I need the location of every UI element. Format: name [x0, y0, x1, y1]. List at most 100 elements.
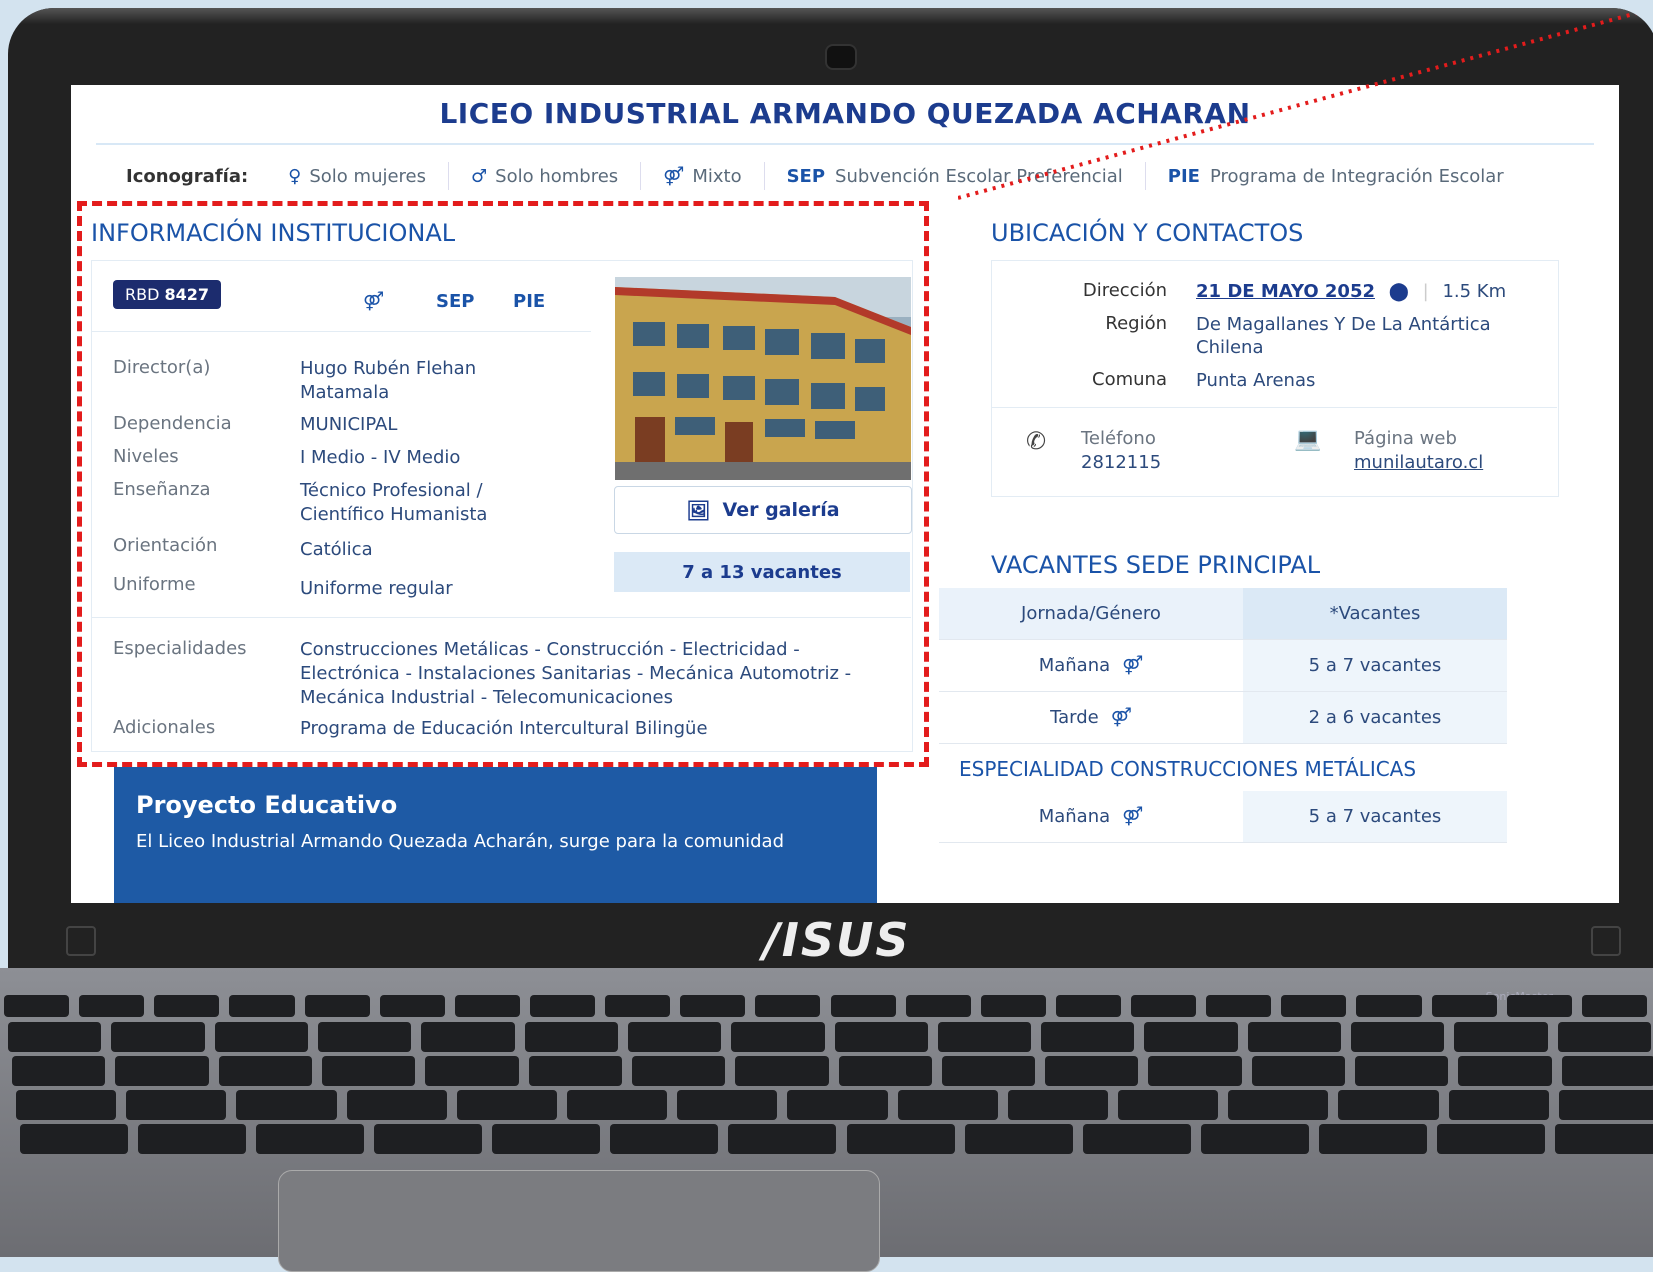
legend-text-women: Solo mujeres [309, 165, 427, 187]
keyboard-key [154, 995, 220, 1017]
especialidad-heading: ESPECIALIDAD CONSTRUCCIONES METÁLICAS [959, 757, 1417, 781]
keyboard-key [605, 995, 671, 1017]
keyboard-key [229, 995, 295, 1017]
keyboard-key [1454, 1022, 1548, 1052]
keyboard-key [964, 1124, 1073, 1154]
keyboard-key [529, 995, 596, 1017]
keyboard-key [138, 1124, 247, 1154]
table-header: Jornada/Género *Vacantes [939, 588, 1507, 640]
keyboard [0, 990, 1653, 1160]
keyboard-key [1436, 1124, 1545, 1154]
laptop-icon: 💻 [1294, 427, 1322, 452]
web-label: Página web [1354, 428, 1457, 449]
keyboard-key [1448, 1090, 1549, 1120]
mixed-icon: ⚤ [1110, 707, 1132, 728]
iconography-label: Iconografía: [126, 165, 249, 187]
jornada-manana: Mañana [1038, 655, 1111, 676]
legend-abbr-sep: SEP [786, 165, 826, 187]
keyboard-key [905, 995, 971, 1017]
telefono-value: 2812115 [1081, 452, 1162, 473]
keyboard-key [1247, 1022, 1342, 1052]
keyboard-key [731, 1022, 825, 1052]
keyboard-key [346, 1090, 447, 1120]
vacantes-manana: 5 a 7 vacantes [1243, 640, 1507, 691]
jornada-manana-esp: Mañana [1038, 806, 1111, 827]
keyboard-key [680, 995, 746, 1017]
keyboard-key [12, 1056, 106, 1086]
proyecto-educativo-panel: Proyecto Educativo El Liceo Industrial A… [114, 767, 877, 903]
keyboard-key [126, 1090, 227, 1120]
keyboard-key [374, 1124, 483, 1154]
keyboard-key [492, 1124, 601, 1154]
keyboard-key [1554, 1124, 1653, 1154]
keyboard-key [1506, 995, 1572, 1017]
legend-text-mixed: Mixto [692, 165, 742, 187]
keyboard-key [321, 1056, 416, 1086]
vacantes-manana-esp: 5 a 7 vacantes [1243, 791, 1507, 842]
keyboard-key [1581, 995, 1647, 1017]
keyboard-key [1131, 995, 1197, 1017]
mixed-icon: ⚤ [663, 165, 685, 187]
table-row: Mañana ⚤ 5 a 7 vacantes [939, 791, 1507, 843]
direccion-link[interactable]: 21 DE MAYO 2052 [1196, 281, 1375, 302]
keyboard-key [1200, 1124, 1309, 1154]
keyboard-key [1045, 1056, 1139, 1086]
keyboard-key [454, 995, 520, 1017]
comuna-value: Punta Arenas [1196, 370, 1316, 391]
keyboard-key [631, 1056, 726, 1086]
legend-text-men: Solo hombres [495, 165, 619, 187]
keyboard-key [16, 1090, 117, 1120]
keyboard-key [677, 1090, 778, 1120]
map-pin-icon[interactable]: ⬤ [1389, 281, 1409, 302]
keyboard-key [1458, 1056, 1552, 1086]
col-vacantes: *Vacantes [1243, 588, 1507, 639]
keyboard-key [1318, 1124, 1427, 1154]
keyboard-key [627, 1022, 722, 1052]
mixed-icon: ⚤ [1122, 806, 1144, 827]
region-label: Región [1105, 313, 1167, 334]
keyboard-key [1351, 1022, 1445, 1052]
keyboard-key [4, 995, 70, 1017]
keyboard-key [1206, 995, 1272, 1017]
keyboard-key [218, 1056, 312, 1086]
keyboard-key [304, 995, 370, 1017]
keyboard-key [1082, 1124, 1191, 1154]
keyboard-key [1558, 1090, 1653, 1120]
keyboard-key [787, 1090, 888, 1120]
keyboard-key [937, 1022, 1032, 1052]
comuna-label: Comuna [1092, 369, 1167, 390]
webcam [827, 46, 855, 68]
keyboard-key [728, 1124, 837, 1154]
web-link[interactable]: munilautaro.cl [1354, 451, 1483, 474]
keyboard-key [1557, 1022, 1651, 1052]
keyboard-key [1041, 1022, 1135, 1052]
proyecto-heading: Proyecto Educativo [136, 791, 398, 819]
keyboard-key [846, 1124, 955, 1154]
keyboard-key [1228, 1090, 1329, 1120]
keyboard-key [528, 1056, 622, 1086]
callout-dotted-line [958, 8, 1649, 200]
region-value: De Magallanes Y De La Antártica Chilena [1196, 314, 1491, 358]
keyboard-key [115, 1056, 209, 1086]
keyboard-key [735, 1056, 829, 1086]
keyboard-key [317, 1022, 412, 1052]
keyboard-key [1055, 995, 1122, 1017]
keyboard-key [1355, 1056, 1449, 1086]
keyboard-key [567, 1090, 668, 1120]
table-row: Tarde ⚤ 2 a 6 vacantes [939, 692, 1507, 744]
keyboard-key [425, 1056, 519, 1086]
telefono-label: Teléfono [1081, 428, 1156, 449]
keyboard-key [1561, 1056, 1653, 1086]
keyboard-key [236, 1090, 337, 1120]
keyboard-key [755, 995, 821, 1017]
direccion-row: 21 DE MAYO 2052 ⬤ | 1.5 Km [1196, 281, 1507, 302]
keyboard-key [1281, 995, 1347, 1017]
keyboard-key [1118, 1090, 1219, 1120]
keyboard-key [1338, 1090, 1439, 1120]
vacantes-tarde: 2 a 6 vacantes [1243, 692, 1507, 743]
jornada-tarde: Tarde [1050, 707, 1099, 728]
woman-icon: ♀ [288, 165, 302, 187]
keyboard-key [79, 995, 145, 1017]
asus-logo: /ISUS [763, 913, 911, 967]
table-row: Mañana ⚤ 5 a 7 vacantes [939, 640, 1507, 692]
